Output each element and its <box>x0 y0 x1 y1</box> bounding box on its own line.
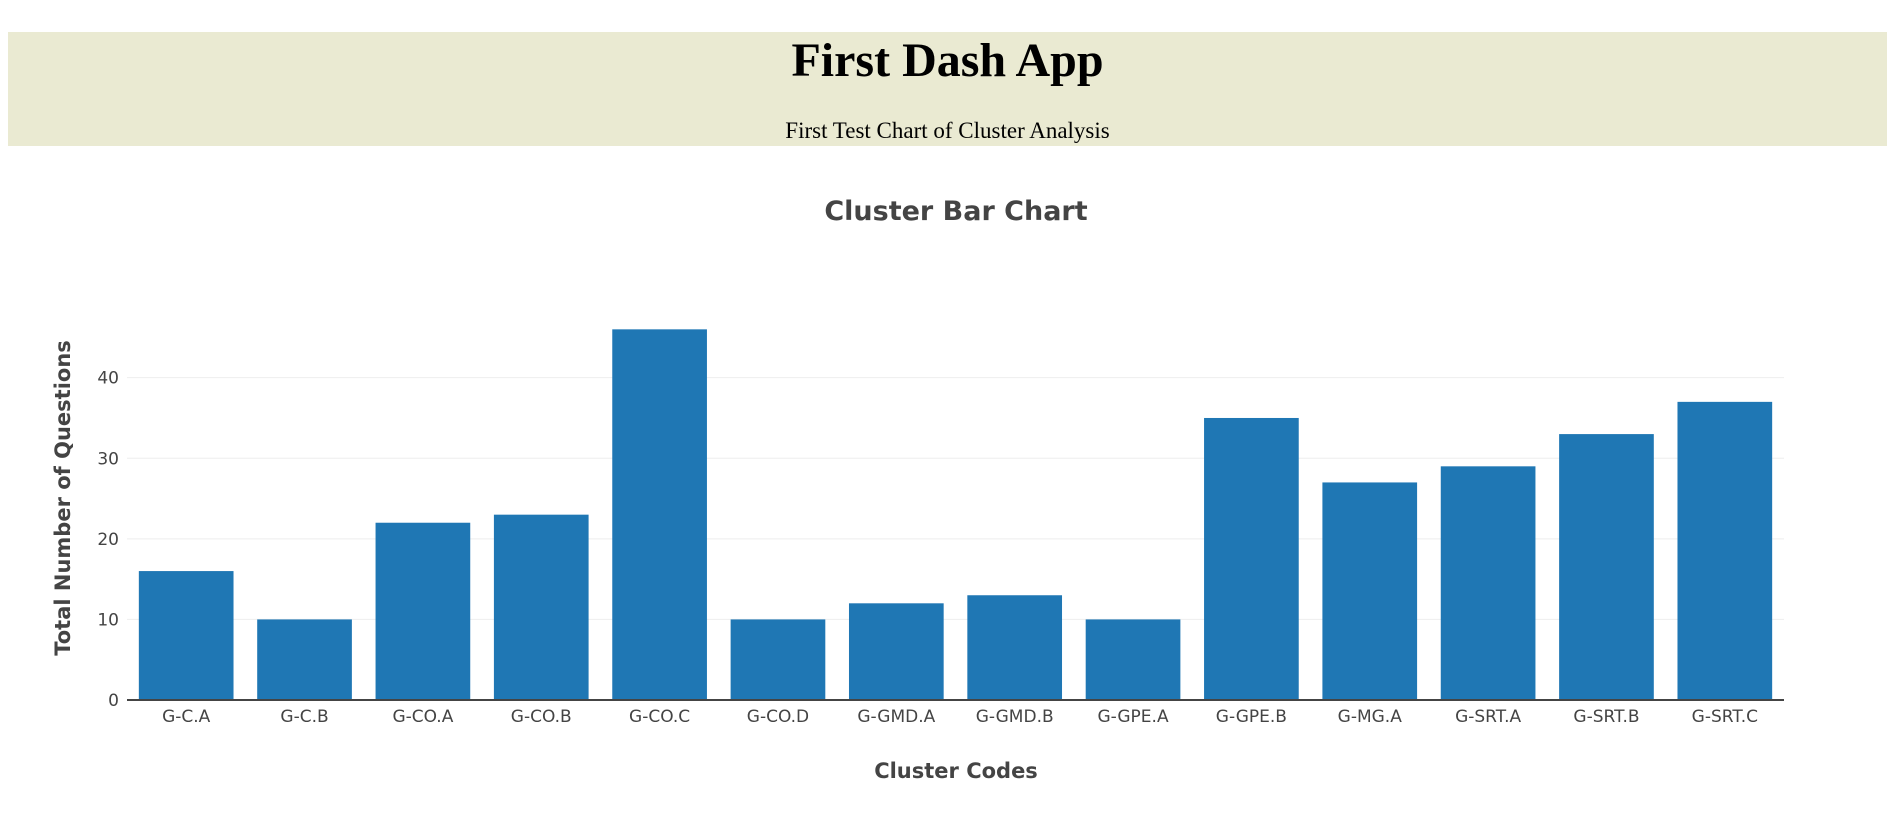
bar[interactable] <box>1085 619 1181 700</box>
bar[interactable] <box>848 603 944 700</box>
x-tick-label: G-GPE.A <box>1097 707 1169 727</box>
bar[interactable] <box>1440 466 1536 700</box>
x-tick-label: G-GMD.A <box>857 707 935 727</box>
bar[interactable] <box>375 522 471 700</box>
app-subtitle: First Test Chart of Cluster Analysis <box>785 118 1110 143</box>
bar[interactable] <box>730 619 826 700</box>
x-tick-label: G-GPE.B <box>1216 707 1287 727</box>
app-header: First Dash App First Test Chart of Clust… <box>8 32 1887 146</box>
x-tick-label: G-SRT.C <box>1692 707 1758 727</box>
y-tick-label: 0 <box>108 691 119 711</box>
bars <box>138 329 1773 700</box>
x-tick-label: G-CO.A <box>392 707 453 727</box>
app-title: First Dash App <box>791 34 1104 87</box>
y-tick-label: 20 <box>97 530 119 550</box>
bar[interactable] <box>257 619 352 700</box>
bar[interactable] <box>493 514 589 700</box>
x-tick-label: G-SRT.B <box>1573 707 1639 727</box>
x-axis-title: Cluster Codes <box>874 759 1038 783</box>
x-tick-label: G-CO.B <box>511 707 572 727</box>
x-tick-labels: G-C.A G-C.B G-CO.A G-CO.B G-CO.C G-CO.D G-GMD.… <box>162 707 1758 727</box>
bar[interactable] <box>138 571 234 700</box>
cluster-bar-chart: 0 10 20 30 40 G-C.A G-C.B G-CO.A G-CO.B G-CO.C G-… <box>0 160 1887 814</box>
y-tick-labels: 0 10 20 30 40 <box>97 369 119 711</box>
bar[interactable] <box>1322 482 1418 700</box>
x-tick-label: G-SRT.A <box>1455 707 1521 727</box>
bar[interactable] <box>967 595 1063 700</box>
x-tick-label: G-GMD.B <box>976 707 1054 727</box>
y-tick-label: 30 <box>97 449 119 469</box>
y-axis-title: Total Number of Questions <box>51 340 75 656</box>
bar[interactable] <box>1204 417 1299 700</box>
bar[interactable] <box>1559 434 1654 700</box>
x-tick-label: G-C.A <box>162 707 211 727</box>
x-tick-label: G-CO.D <box>747 707 809 727</box>
x-tick-label: G-MG.A <box>1338 707 1403 727</box>
x-tick-label: G-CO.C <box>629 707 690 727</box>
bar[interactable] <box>612 329 707 700</box>
y-tick-label: 40 <box>97 369 119 389</box>
chart-svg: 010203040 G-C.A G-C.B G-CO.A G-CO.B G-CO.C G-… <box>51 196 1784 783</box>
bar[interactable] <box>1677 401 1773 700</box>
chart-title: Cluster Bar Chart <box>824 196 1087 227</box>
x-tick-label: G-C.B <box>280 707 328 727</box>
y-tick-label: 10 <box>97 610 119 630</box>
